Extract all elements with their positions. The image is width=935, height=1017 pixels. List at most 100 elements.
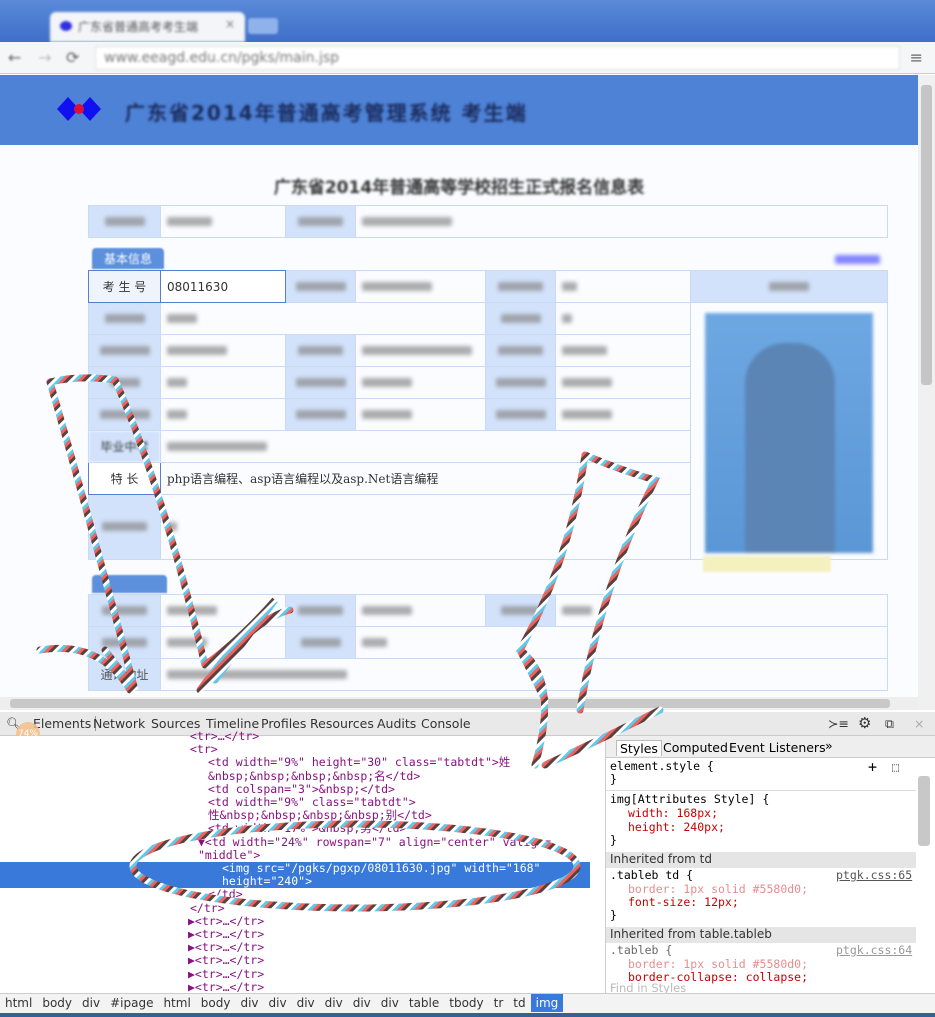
breadcrumb-item[interactable]: div xyxy=(292,994,320,1012)
exam-no-value: 08011630 xyxy=(160,270,286,303)
brace: } xyxy=(610,772,617,786)
forward-icon[interactable]: → xyxy=(38,48,51,67)
css-source-link[interactable]: ptgk.css:65 xyxy=(836,869,912,882)
school-label: 毕业中学 xyxy=(88,430,161,463)
favicon-icon xyxy=(60,21,72,31)
height-property[interactable]: height: 240px; xyxy=(628,821,725,834)
dom-node[interactable]: ▶<tr>…</tr> xyxy=(188,941,264,954)
drawer-icon[interactable]: ≻≡ xyxy=(828,716,849,731)
edit-link[interactable] xyxy=(835,255,880,264)
dom-breadcrumbs: html body div #ipage html body div div div div div… xyxy=(0,993,935,1013)
dom-node[interactable]: <td colspan="3">&nbsp;</td> xyxy=(208,782,395,796)
tab-network[interactable]: Network xyxy=(93,716,145,731)
breadcrumb-item[interactable]: div xyxy=(77,994,105,1012)
breadcrumb-item[interactable]: td xyxy=(508,994,530,1012)
breadcrumb-item[interactable]: img xyxy=(530,994,564,1012)
dom-node[interactable]: <tr> xyxy=(190,743,218,756)
add-rule-icon[interactable]: + xyxy=(868,758,877,776)
system-title: 广东省2014年普通高考管理系统 考生端 xyxy=(125,101,528,125)
tab-audits[interactable]: Audits xyxy=(377,716,416,731)
tab-profiles[interactable]: Profiles xyxy=(261,716,306,731)
devtools-toolbar: 🔍︎ Elements Network Sources Timeline Pro… xyxy=(0,712,935,736)
css-source-link[interactable]: ptgk.css:64 xyxy=(836,944,912,957)
exam-no-label: 考 生 号 xyxy=(88,270,161,303)
page-horizontal-scrollbar[interactable] xyxy=(0,697,918,710)
breadcrumb-item[interactable]: body xyxy=(196,994,236,1012)
menu-icon[interactable]: ≡ xyxy=(910,48,923,67)
element-style-rule[interactable]: element.style { xyxy=(610,760,714,773)
dom-node[interactable]: <td width="9%" height="30" class="tabtdt… xyxy=(208,756,510,769)
region-table xyxy=(88,205,888,238)
tab-event-listeners[interactable]: Event Listeners xyxy=(729,740,826,755)
dom-node[interactable]: 性&nbsp;&nbsp;&nbsp;&nbsp;别</td> xyxy=(208,809,432,822)
dom-node[interactable]: ▶<tr>…</tr> xyxy=(188,928,264,941)
specialty-label: 特 长 xyxy=(88,462,161,495)
tableb-td-rule: .tableb td { xyxy=(610,868,694,882)
breadcrumb-item[interactable]: div xyxy=(348,994,376,1012)
brace: } xyxy=(610,833,617,847)
site-header: 广东省2014年普通高考管理系统 考生端 xyxy=(0,75,918,145)
tab-title: 广东省普通高考考生端 xyxy=(78,20,199,34)
more-tabs-icon[interactable]: » xyxy=(825,738,833,753)
logo-icon xyxy=(57,97,101,121)
breadcrumb-item[interactable]: div xyxy=(264,994,292,1012)
dom-node[interactable]: <td width="9%" class="tabtdt"> xyxy=(208,796,416,809)
dom-node[interactable]: </td> xyxy=(208,888,243,901)
attr-style-rule: img[Attributes Style] { xyxy=(610,792,770,806)
inherited-td-header: Inherited from td xyxy=(606,852,916,868)
font-size-property[interactable]: font-size: 12px; xyxy=(628,896,739,909)
tableb-rule: .tableb { xyxy=(610,943,673,957)
taskbar-edge xyxy=(0,1013,935,1017)
image-size-tooltip xyxy=(703,556,831,572)
dom-node[interactable]: ▼<td width="24%" rowspan="7" align="cent… xyxy=(198,835,551,849)
breadcrumb-item[interactable]: div xyxy=(376,994,404,1012)
candidate-photo xyxy=(705,313,873,553)
close-icon[interactable]: × xyxy=(914,716,924,731)
breadcrumb-item[interactable]: html xyxy=(0,994,37,1012)
styles-scrollbar[interactable] xyxy=(918,776,930,846)
dom-node[interactable]: &nbsp;&nbsp;&nbsp;&nbsp;名</td> xyxy=(208,769,420,783)
reload-icon[interactable]: ⟳ xyxy=(66,48,79,67)
breadcrumb-item[interactable]: html xyxy=(158,994,195,1012)
breadcrumb-item[interactable]: body xyxy=(37,994,77,1012)
breadcrumb-item[interactable]: #ipage xyxy=(105,994,158,1012)
tab-computed[interactable]: Computed xyxy=(663,740,728,755)
brace: } xyxy=(610,908,617,922)
address-label: 通讯地址 xyxy=(88,658,161,691)
dom-node[interactable]: height="240"> xyxy=(0,875,590,889)
breadcrumb-item[interactable]: div xyxy=(320,994,348,1012)
tab-resources[interactable]: Resources xyxy=(310,716,374,731)
tab-basic-info[interactable]: 基本信息 xyxy=(92,248,165,269)
width-property[interactable]: width: 168px; xyxy=(628,807,718,820)
dom-node[interactable]: ▶<tr>…</tr> xyxy=(188,980,264,994)
url-input[interactable]: www.eeagd.edu.cn/pgks/main.jsp xyxy=(95,46,900,70)
contact-table: 通讯地址 xyxy=(88,594,888,691)
selected-img-node[interactable]: <img src="/pgks/pgxp/08011630.jpg" width… xyxy=(0,862,590,875)
breadcrumb-item[interactable]: tr xyxy=(489,994,509,1012)
breadcrumb-item[interactable]: tbody xyxy=(444,994,488,1012)
dom-node[interactable]: ▶<tr>…</tr> xyxy=(188,914,264,928)
tab-styles[interactable]: Styles xyxy=(616,740,662,756)
address-toolbar: ← → ⟳ www.eeagd.edu.cn/pgks/main.jsp ≡ xyxy=(0,42,935,74)
back-icon[interactable]: ← xyxy=(8,48,21,67)
breadcrumb-item[interactable]: table xyxy=(404,994,444,1012)
dom-node[interactable]: ▶<tr>…</tr> xyxy=(188,967,264,981)
new-tab-button[interactable] xyxy=(248,18,278,34)
page-vertical-scrollbar[interactable] xyxy=(918,75,935,710)
dom-node[interactable]: "middle"> xyxy=(198,848,260,862)
dom-node[interactable]: </tr> xyxy=(190,901,225,915)
element-state-icon[interactable]: ⬚ xyxy=(892,760,899,774)
dom-node[interactable]: <tr>…</tr> xyxy=(190,730,259,743)
tab-contact-info[interactable] xyxy=(92,575,167,593)
breadcrumb-item[interactable]: div xyxy=(235,994,263,1012)
browser-tab[interactable]: 广东省普通高考考生端 × xyxy=(50,12,245,42)
specialty-value: php语言编程、asp语言编程以及asp.Net语言编程 xyxy=(160,462,691,495)
close-tab-icon[interactable]: × xyxy=(225,17,235,31)
dock-icon[interactable]: ⧉ xyxy=(885,716,894,732)
tab-elements[interactable]: Elements xyxy=(33,716,97,731)
page-title: 广东省2014年普通高等学校招生正式报名信息表 xyxy=(273,178,645,198)
gear-icon[interactable]: ⚙ xyxy=(858,714,871,732)
tab-console[interactable]: Console xyxy=(421,716,471,731)
dom-node[interactable]: ▶<tr>…</tr> xyxy=(188,954,264,967)
dom-node[interactable]: <td width="17%">&nbsp;男</td> xyxy=(208,822,406,835)
